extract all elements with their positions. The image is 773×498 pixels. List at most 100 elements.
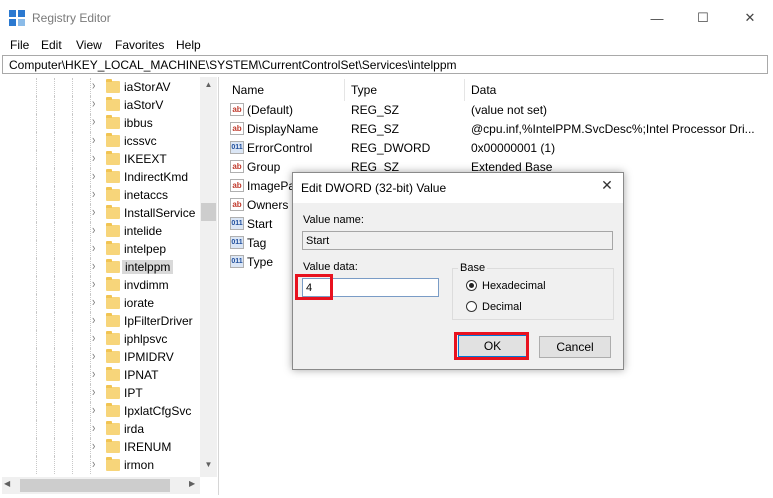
expand-chevron-icon[interactable]: › [92,421,95,435]
tree-item-label: intelpep [124,242,167,256]
tree-guide-line [90,150,91,168]
tree-item[interactable]: › irda [2,420,200,438]
expand-chevron-icon[interactable]: › [92,97,95,111]
expand-chevron-icon[interactable]: › [92,367,95,381]
tree-guide-line [54,294,55,312]
column-header-data[interactable]: Data [471,83,496,97]
tree-horizontal-scroll-thumb[interactable] [20,479,170,492]
tree-guide-line [72,258,73,276]
tree-item[interactable]: › IndirectKmd [2,168,200,186]
tree-item-label: IndirectKmd [124,170,189,184]
tree-guide-line [36,258,37,276]
tree-guide-line [36,276,37,294]
tree-guide-line [90,366,91,384]
minimize-button[interactable]: — [634,0,680,36]
scroll-up-arrow-icon[interactable]: ▲ [200,80,217,94]
tree-item[interactable]: › intelide [2,222,200,240]
scroll-left-arrow-icon[interactable]: ◀ [4,479,10,488]
maximize-button[interactable]: ☐ [680,0,726,36]
expand-chevron-icon[interactable]: › [92,385,95,399]
column-header-name[interactable]: Name [232,83,264,97]
expand-chevron-icon[interactable]: › [92,259,95,273]
expand-chevron-icon[interactable]: › [92,79,95,93]
expand-chevron-icon[interactable]: › [92,439,95,453]
tree-vertical-scrollbar[interactable] [200,77,217,477]
tree-item[interactable]: › IKEEXT [2,150,200,168]
value-row[interactable]: ab DisplayName REG_SZ @cpu.inf,%IntelPPM.Sv… [228,120,768,139]
dword-value-icon: 011 [230,236,244,249]
tree-item[interactable]: › IpFilterDriver [2,312,200,330]
value-name: DisplayName [247,122,319,136]
expand-chevron-icon[interactable]: › [92,151,95,165]
tree-item[interactable]: › iphlpsvc [2,330,200,348]
folder-icon [106,313,120,327]
expand-chevron-icon[interactable]: › [92,187,95,201]
tree-guide-line [72,384,73,402]
tree-item[interactable]: › ibbus [2,114,200,132]
scroll-down-arrow-icon[interactable]: ▼ [200,460,217,474]
dialog-close-icon[interactable]: ✕ [596,177,618,197]
tree-vertical-scroll-thumb[interactable] [201,203,216,221]
expand-chevron-icon[interactable]: › [92,403,95,417]
tree-item[interactable]: › irmon [2,456,200,474]
tree-guide-line [36,150,37,168]
address-bar[interactable]: Computer\HKEY_LOCAL_MACHINE\SYSTEM\Curre… [2,55,768,74]
expand-chevron-icon[interactable]: › [92,223,95,237]
tree-item[interactable]: › iaStorAV [2,78,200,96]
expand-chevron-icon[interactable]: › [92,295,95,309]
close-window-button[interactable]: ✕ [727,0,773,36]
tree-guide-line [72,150,73,168]
tree-item[interactable]: › intelppm [2,258,200,276]
scroll-right-arrow-icon[interactable]: ▶ [189,479,195,488]
value-row[interactable]: 011 ErrorControl REG_DWORD 0x00000001 (1) [228,139,768,158]
tree-guide-line [36,78,37,96]
tree-item[interactable]: › IPMIDRV [2,348,200,366]
tree-item[interactable]: › invdimm [2,276,200,294]
tree-item[interactable]: › IPT [2,384,200,402]
expand-chevron-icon[interactable]: › [92,277,95,291]
expand-chevron-icon[interactable]: › [92,457,95,471]
tree-item[interactable]: › icssvc [2,132,200,150]
expand-chevron-icon[interactable]: › [92,331,95,345]
tree-item[interactable]: › InstallService [2,204,200,222]
cancel-button[interactable]: Cancel [539,336,611,358]
column-divider[interactable] [344,79,345,101]
menu-view[interactable]: View [76,38,102,52]
tree-item[interactable]: › intelpep [2,240,200,258]
folder-icon [106,79,120,93]
tree-guide-line [54,276,55,294]
menu-file[interactable]: File [10,38,29,52]
tree-item[interactable]: › iaStorV [2,96,200,114]
expand-chevron-icon[interactable]: › [92,205,95,219]
column-divider[interactable] [464,79,465,101]
decimal-radio[interactable] [466,301,477,312]
value-data: 0x00000001 (1) [471,141,556,155]
expand-chevron-icon[interactable]: › [92,133,95,147]
tree-item-label: iphlpsvc [124,332,168,346]
string-value-icon: ab [230,179,244,192]
tree-item[interactable]: › iorate [2,294,200,312]
menu-edit[interactable]: Edit [41,38,62,52]
menu-help[interactable]: Help [176,38,201,52]
expand-chevron-icon[interactable]: › [92,241,95,255]
column-header-type[interactable]: Type [351,83,377,97]
folder-icon [106,403,120,417]
decimal-label[interactable]: Decimal [482,301,522,313]
expand-chevron-icon[interactable]: › [92,115,95,129]
hexadecimal-radio[interactable] [466,280,477,291]
tree-guide-line [54,96,55,114]
hexadecimal-label[interactable]: Hexadecimal [482,280,546,292]
tree-item[interactable]: › IPNAT [2,366,200,384]
expand-chevron-icon[interactable]: › [92,169,95,183]
folder-icon [106,421,120,435]
tree-item[interactable]: › inetaccs [2,186,200,204]
value-row[interactable]: ab (Default) REG_SZ (value not set) [228,101,768,120]
tree-item[interactable]: › IRENUM [2,438,200,456]
menu-favorites[interactable]: Favorites [115,38,164,52]
expand-chevron-icon[interactable]: › [92,313,95,327]
window-title: Registry Editor [32,11,111,25]
tree-guide-line [90,240,91,258]
tree-guide-line [36,132,37,150]
expand-chevron-icon[interactable]: › [92,349,95,363]
tree-item[interactable]: › IpxlatCfgSvc [2,402,200,420]
